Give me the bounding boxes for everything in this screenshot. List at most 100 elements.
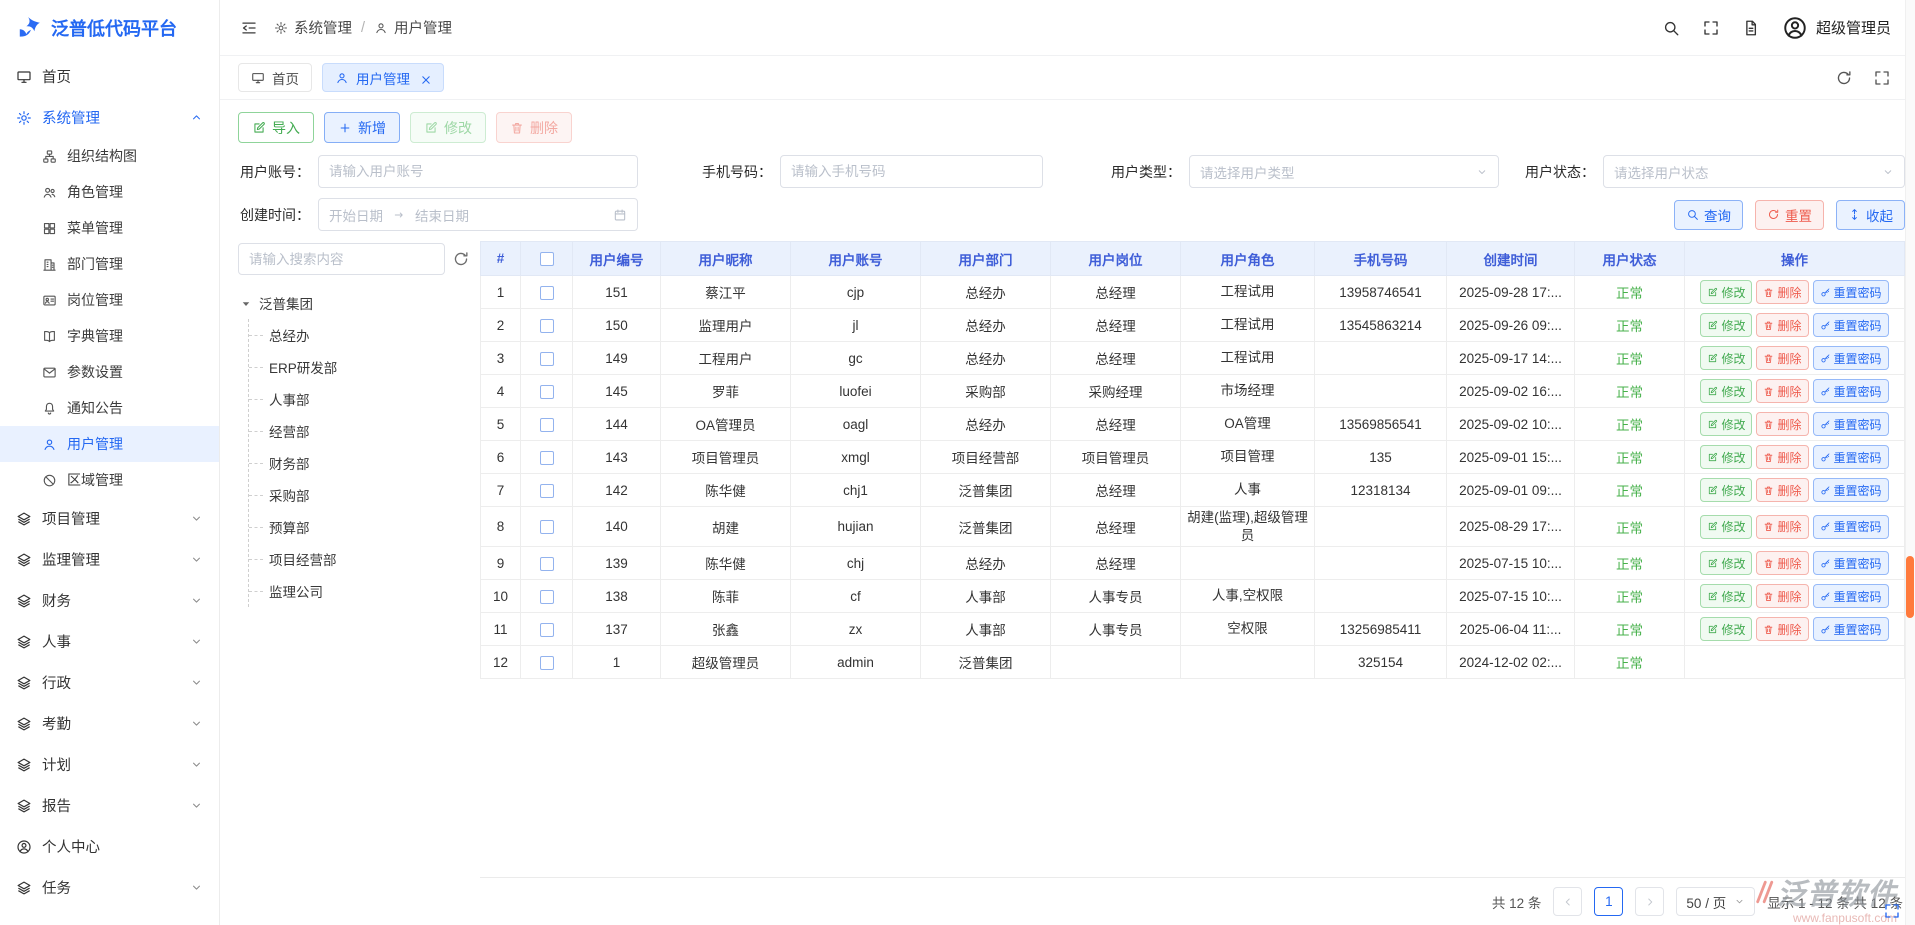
edit-button[interactable]: 修改 <box>410 112 486 143</box>
user-status-select[interactable]: 请选择用户状态 <box>1603 155 1905 188</box>
breadcrumb-item[interactable]: 系统管理 <box>274 17 352 38</box>
refresh-icon[interactable] <box>1835 68 1853 86</box>
sidebar-item-org-structure[interactable]: 组织结构图 <box>0 138 219 174</box>
collapse-filters-button[interactable]: 收起 <box>1836 200 1905 230</box>
row-edit-button[interactable]: 修改 <box>1700 379 1752 403</box>
sidebar-item-role-management[interactable]: 角色管理 <box>0 174 219 210</box>
row-reset-password-button[interactable]: 重置密码 <box>1813 617 1889 641</box>
row-checkbox[interactable] <box>540 319 554 333</box>
select-all-checkbox[interactable] <box>540 252 554 266</box>
sidebar-item-user-management[interactable]: 用户管理 <box>0 426 219 462</box>
row-delete-button[interactable]: 删除 <box>1756 346 1808 370</box>
tree-node[interactable]: 经营部 <box>260 415 470 447</box>
tree-search-input[interactable] <box>238 243 445 275</box>
row-checkbox[interactable] <box>540 557 554 571</box>
row-reset-password-button[interactable]: 重置密码 <box>1813 551 1889 575</box>
sidebar-item-home[interactable]: 首页 <box>0 56 219 97</box>
page-size-select[interactable]: 50 / 页 <box>1676 887 1755 916</box>
row-reset-password-button[interactable]: 重置密码 <box>1813 584 1889 608</box>
maximize-icon[interactable] <box>1873 68 1891 86</box>
scrollbar-thumb[interactable] <box>1906 556 1914 618</box>
row-delete-button[interactable]: 删除 <box>1756 445 1808 469</box>
sidebar-item-supervision-management[interactable]: 监理管理 <box>0 539 219 580</box>
import-button[interactable]: 导入 <box>238 112 314 143</box>
sidebar-item-post-management[interactable]: 岗位管理 <box>0 282 219 318</box>
row-reset-password-button[interactable]: 重置密码 <box>1813 280 1889 304</box>
tree-node[interactable]: 财务部 <box>260 447 470 479</box>
sidebar-item-task[interactable]: 任务 <box>0 867 219 908</box>
tree-node[interactable]: 预算部 <box>260 511 470 543</box>
tree-node[interactable]: 采购部 <box>260 479 470 511</box>
tree-refresh-icon[interactable] <box>452 250 470 268</box>
sidebar-item-attendance[interactable]: 考勤 <box>0 703 219 744</box>
row-checkbox[interactable] <box>540 451 554 465</box>
row-edit-button[interactable]: 修改 <box>1700 515 1752 539</box>
next-page-button[interactable] <box>1635 887 1664 916</box>
tree-node[interactable]: 总经办 <box>260 319 470 351</box>
row-delete-button[interactable]: 删除 <box>1756 313 1808 337</box>
row-delete-button[interactable]: 删除 <box>1756 515 1808 539</box>
row-checkbox[interactable] <box>540 520 554 534</box>
row-checkbox[interactable] <box>540 286 554 300</box>
row-delete-button[interactable]: 删除 <box>1756 412 1808 436</box>
sidebar-item-dept-management[interactable]: 部门管理 <box>0 246 219 282</box>
sidebar-item-administration[interactable]: 行政 <box>0 662 219 703</box>
fullscreen-icon[interactable] <box>1702 19 1720 37</box>
row-reset-password-button[interactable]: 重置密码 <box>1813 515 1889 539</box>
query-button[interactable]: 查询 <box>1674 200 1743 230</box>
user-account-input[interactable] <box>318 155 638 188</box>
row-delete-button[interactable]: 删除 <box>1756 478 1808 502</box>
row-edit-button[interactable]: 修改 <box>1700 617 1752 641</box>
sidebar-item-param-settings[interactable]: 参数设置 <box>0 354 219 390</box>
tree-root-node[interactable]: 泛普集团 <box>238 290 470 316</box>
tree-node[interactable]: ERP研发部 <box>260 351 470 383</box>
tree-node[interactable]: 人事部 <box>260 383 470 415</box>
row-edit-button[interactable]: 修改 <box>1700 445 1752 469</box>
row-checkbox[interactable] <box>540 352 554 366</box>
row-delete-button[interactable]: 删除 <box>1756 584 1808 608</box>
tree-node[interactable]: 项目经营部 <box>260 543 470 575</box>
tab-close-icon[interactable] <box>419 72 431 84</box>
breadcrumb-item[interactable]: 用户管理 <box>374 17 452 38</box>
row-reset-password-button[interactable]: 重置密码 <box>1813 313 1889 337</box>
tab-home[interactable]: 首页 <box>238 63 312 92</box>
row-reset-password-button[interactable]: 重置密码 <box>1813 445 1889 469</box>
sidebar-item-plan[interactable]: 计划 <box>0 744 219 785</box>
row-edit-button[interactable]: 修改 <box>1700 280 1752 304</box>
row-checkbox[interactable] <box>540 484 554 498</box>
page-number-button[interactable]: 1 <box>1594 887 1623 916</box>
add-button[interactable]: 新增 <box>324 112 400 143</box>
row-checkbox[interactable] <box>540 656 554 670</box>
row-edit-button[interactable]: 修改 <box>1700 346 1752 370</box>
user-type-select[interactable]: 请选择用户类型 <box>1189 155 1499 188</box>
row-checkbox[interactable] <box>540 623 554 637</box>
user-menu[interactable]: 超级管理员 <box>1782 15 1891 41</box>
row-reset-password-button[interactable]: 重置密码 <box>1813 412 1889 436</box>
row-delete-button[interactable]: 删除 <box>1756 551 1808 575</box>
created-time-range[interactable]: 开始日期 结束日期 <box>318 198 638 231</box>
tree-node[interactable]: 监理公司 <box>260 575 470 607</box>
sidebar-item-dict-management[interactable]: 字典管理 <box>0 318 219 354</box>
sidebar-item-menu-management[interactable]: 菜单管理 <box>0 210 219 246</box>
sidebar-item-region-management[interactable]: 区域管理 <box>0 462 219 498</box>
sidebar-item-personal-center[interactable]: 个人中心 <box>0 826 219 867</box>
sidebar-item-project-management[interactable]: 项目管理 <box>0 498 219 539</box>
row-delete-button[interactable]: 删除 <box>1756 280 1808 304</box>
row-checkbox[interactable] <box>540 418 554 432</box>
sidebar-item-finance[interactable]: 财务 <box>0 580 219 621</box>
row-edit-button[interactable]: 修改 <box>1700 412 1752 436</box>
row-edit-button[interactable]: 修改 <box>1700 313 1752 337</box>
row-edit-button[interactable]: 修改 <box>1700 584 1752 608</box>
sidebar-item-notice[interactable]: 通知公告 <box>0 390 219 426</box>
sidebar-collapse-icon[interactable] <box>240 19 258 37</box>
delete-button[interactable]: 删除 <box>496 112 572 143</box>
prev-page-button[interactable] <box>1553 887 1582 916</box>
row-delete-button[interactable]: 删除 <box>1756 379 1808 403</box>
row-edit-button[interactable]: 修改 <box>1700 478 1752 502</box>
row-reset-password-button[interactable]: 重置密码 <box>1813 379 1889 403</box>
row-delete-button[interactable]: 删除 <box>1756 617 1808 641</box>
tab-user-management[interactable]: 用户管理 <box>322 63 444 92</box>
phone-input[interactable] <box>780 155 1043 188</box>
sidebar-item-hr[interactable]: 人事 <box>0 621 219 662</box>
reset-button[interactable]: 重置 <box>1755 200 1824 230</box>
